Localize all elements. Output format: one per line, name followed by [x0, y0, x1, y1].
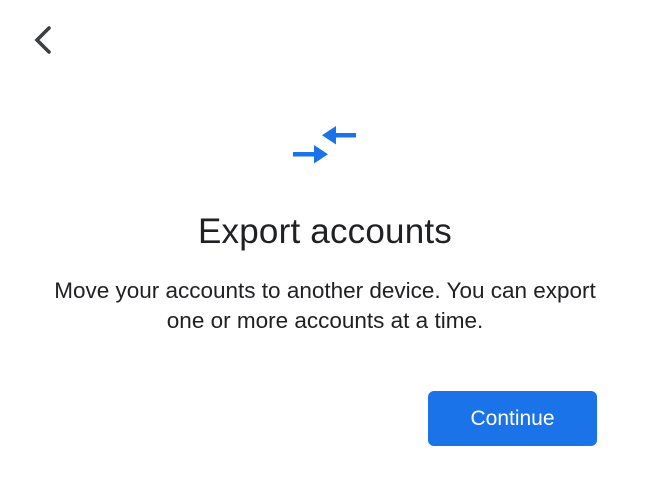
back-button[interactable] — [22, 18, 66, 62]
page-description: Move your accounts to another device. Yo… — [54, 278, 596, 333]
arrow-right-icon — [293, 145, 328, 164]
arrow-left-icon — [322, 126, 356, 145]
chevron-left-icon — [34, 26, 51, 54]
swap-arrows-icon — [293, 126, 356, 164]
page-title: Export accounts — [198, 212, 452, 251]
continue-button[interactable]: Continue — [428, 391, 597, 446]
